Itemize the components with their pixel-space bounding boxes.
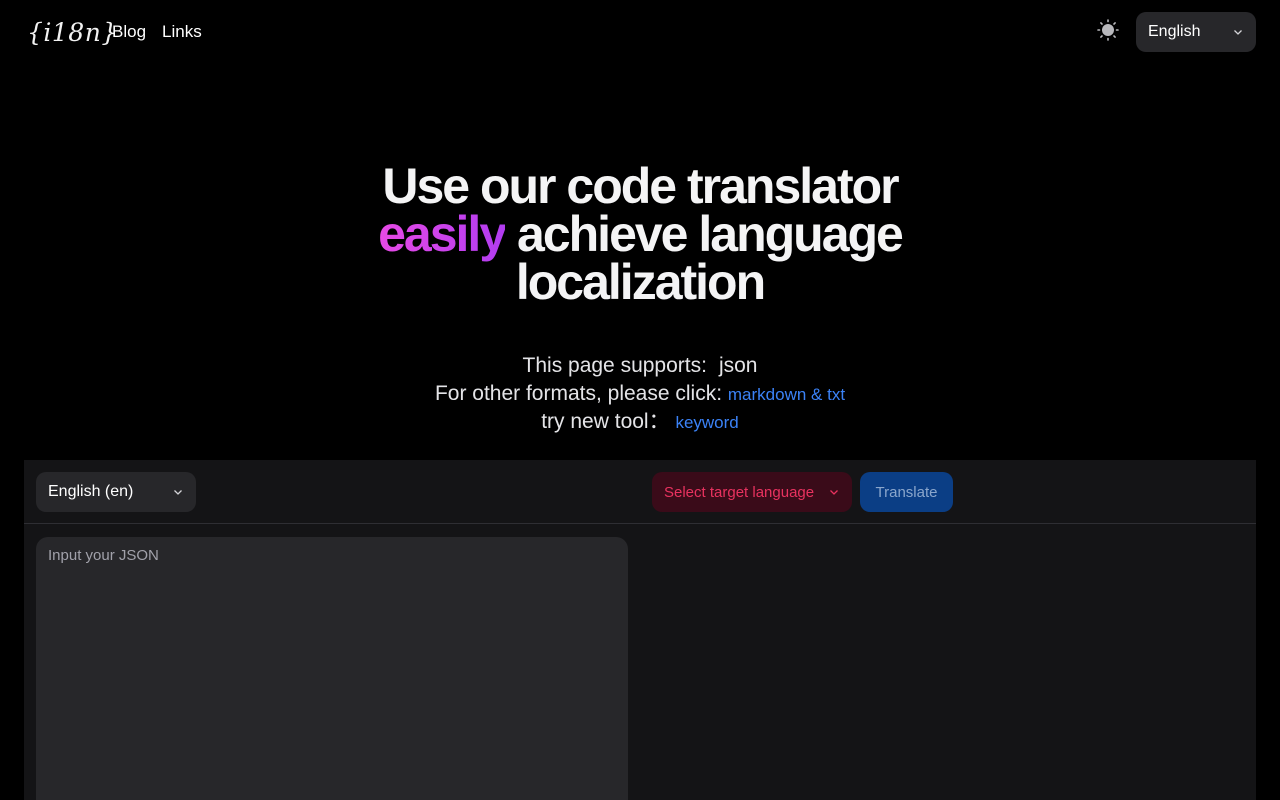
site-language-value: English (1148, 23, 1201, 40)
top-navigation-bar: {i18n} Blog Links English (0, 0, 1280, 64)
theme-toggle-button[interactable] (1096, 18, 1120, 46)
markdown-txt-link[interactable]: markdown & txt (728, 385, 845, 404)
target-language-placeholder: Select target language (664, 483, 815, 501)
site-logo[interactable]: {i18n} (27, 12, 118, 52)
translate-button[interactable]: Translate (860, 472, 953, 512)
main-nav: Blog Links (112, 20, 202, 44)
translation-output-area (640, 525, 1256, 800)
new-tool-label: try new tool： (541, 410, 670, 433)
chevron-down-icon (1232, 26, 1244, 38)
target-language-select[interactable]: Select target language (652, 472, 852, 512)
supported-format-label: This page supports: (522, 354, 707, 377)
translator-toolbar: English (en) Select target language Tran… (24, 460, 1256, 524)
nav-link-blog[interactable]: Blog (112, 20, 146, 44)
source-language-value: English (en) (48, 483, 134, 500)
supported-formats-info: This page supports: json For other format… (340, 352, 940, 436)
page: {i18n} Blog Links English Use our code t… (0, 0, 1280, 800)
hero-title-accent: easily (378, 206, 507, 262)
other-formats-label: For other formats, please click: (434, 382, 723, 405)
supported-format-value: json (718, 354, 758, 377)
json-input-textarea[interactable] (36, 537, 628, 800)
nav-link-links[interactable]: Links (162, 20, 202, 44)
site-language-select[interactable]: English (1136, 12, 1256, 52)
translator-panel: English (en) Select target language Tran… (24, 460, 1256, 800)
other-formats-line: For other formats, please click: markdow… (340, 380, 940, 408)
new-tool-line: try new tool： keyword (340, 408, 940, 436)
chevron-down-icon (172, 486, 184, 498)
hero-title-end: achieve language localization (505, 206, 904, 310)
keyword-tool-link[interactable]: keyword (675, 413, 738, 432)
chevron-down-icon (828, 486, 840, 498)
source-language-select[interactable]: English (en) (36, 472, 196, 512)
sun-icon (1097, 18, 1119, 46)
hero-title: Use our code translator easily achieve l… (340, 161, 940, 307)
supported-format-line: This page supports: json (340, 352, 940, 380)
